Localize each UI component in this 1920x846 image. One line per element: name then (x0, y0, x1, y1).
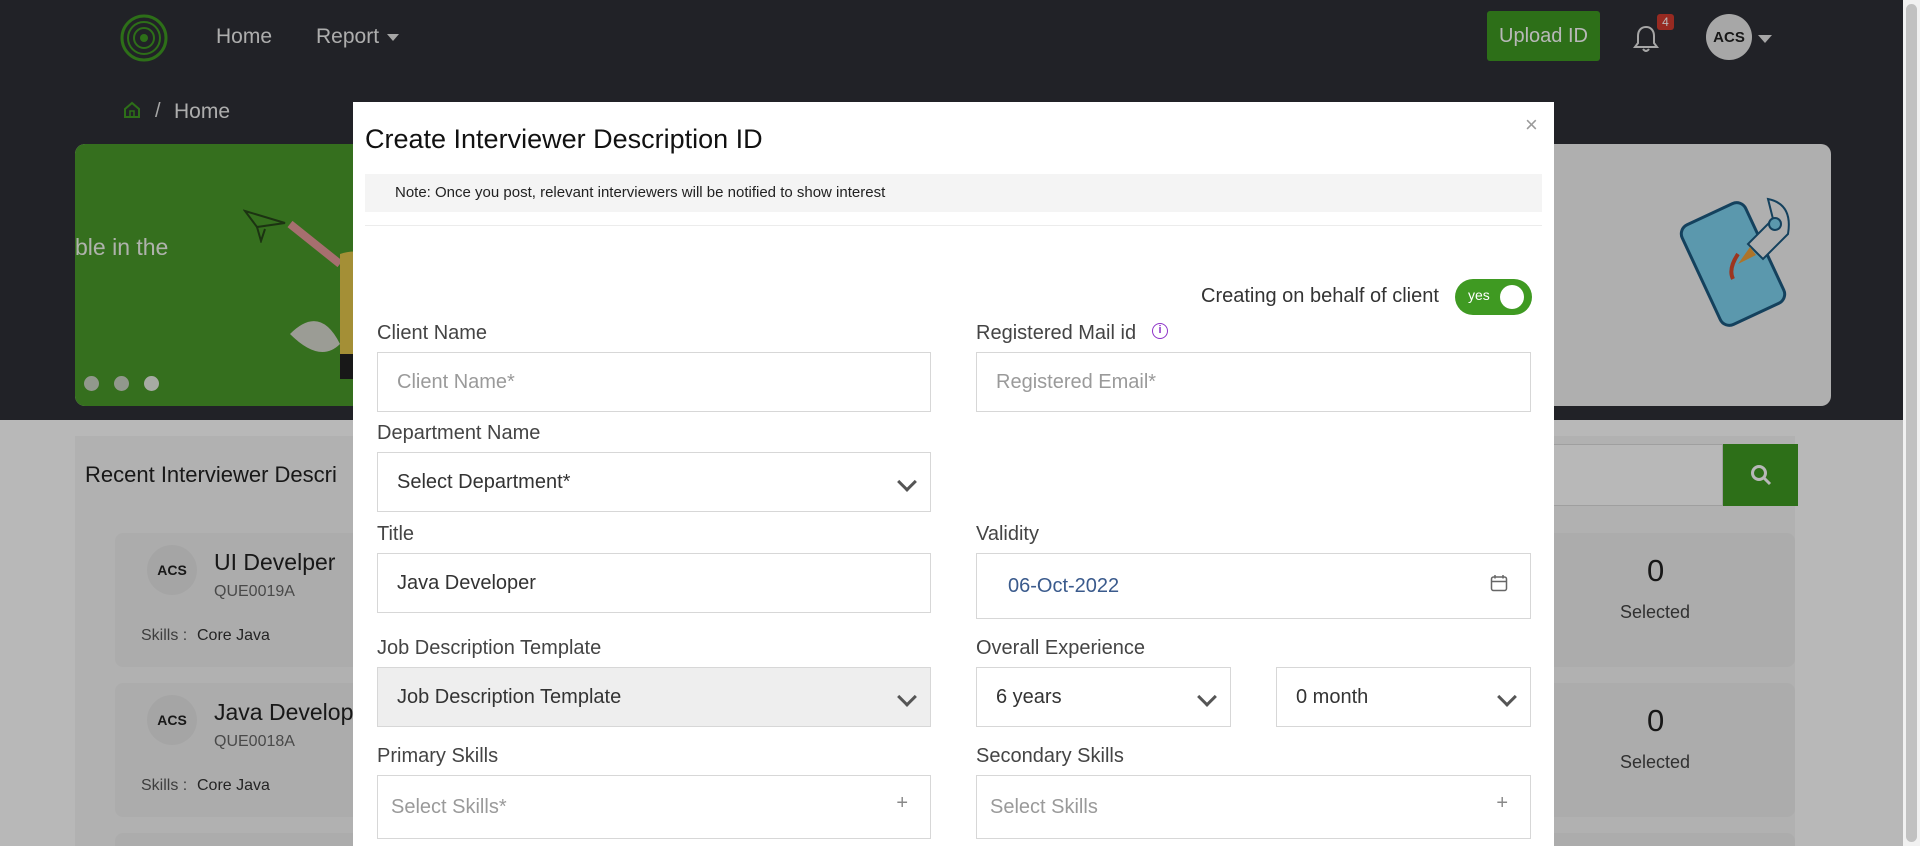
modal-note: Note: Once you post, relevant interviewe… (365, 174, 1542, 212)
behalf-of-client-toggle[interactable]: yes (1455, 279, 1532, 315)
jd-template-label: Job Description Template (377, 637, 602, 659)
title-input[interactable]: Java Developer (377, 553, 931, 613)
client-name-placeholder: Client Name* (397, 370, 515, 393)
jd-template-select[interactable]: Job Description Template (377, 667, 931, 727)
jd-template-select-value: Job Description Template (397, 685, 622, 708)
primary-skills-placeholder: Select Skills* (391, 795, 507, 818)
calendar-icon[interactable] (1490, 574, 1508, 598)
close-icon[interactable]: × (1525, 112, 1538, 138)
chevron-down-icon (1497, 687, 1517, 707)
chevron-down-icon (897, 687, 917, 707)
primary-skills-label: Primary Skills (377, 745, 499, 767)
client-name-label: Client Name (377, 322, 488, 344)
secondary-skills-select[interactable]: Select Skills + (976, 775, 1531, 839)
info-icon[interactable]: i (1152, 323, 1168, 339)
department-select-value: Select Department* (397, 470, 571, 493)
title-label: Title (377, 523, 415, 545)
toggle-knob (1500, 285, 1524, 309)
experience-years-value: 6 years (996, 685, 1062, 708)
validity-label: Validity (976, 523, 1039, 545)
overall-experience-label: Overall Experience (976, 637, 1145, 659)
chevron-down-icon (897, 472, 917, 492)
toggle-label: yes (1468, 287, 1490, 303)
registered-mail-label: Registered Mail id (976, 322, 1137, 344)
title-input-value: Java Developer (397, 571, 536, 594)
experience-years-select[interactable]: 6 years (976, 667, 1231, 727)
department-label: Department Name (377, 422, 541, 444)
primary-skills-select[interactable]: Select Skills* + (377, 775, 931, 839)
secondary-skills-placeholder: Select Skills (990, 795, 1098, 818)
department-select[interactable]: Select Department* (377, 452, 931, 512)
divider (365, 225, 1542, 226)
chevron-down-icon (1197, 687, 1217, 707)
experience-months-value: 0 month (1296, 685, 1369, 708)
registered-email-input[interactable]: Registered Email* (976, 352, 1531, 412)
secondary-skills-label: Secondary Skills (976, 745, 1124, 767)
experience-months-select[interactable]: 0 month (1276, 667, 1531, 727)
create-interviewer-modal: Create Interviewer Description ID × Note… (353, 102, 1554, 846)
registered-email-placeholder: Registered Email* (996, 370, 1157, 393)
behalf-of-client-label: Creating on behalf of client (1201, 285, 1439, 307)
plus-icon[interactable]: + (896, 792, 908, 815)
validity-date-value: 06-Oct-2022 (1008, 574, 1120, 597)
modal-title: Create Interviewer Description ID (365, 124, 763, 154)
validity-date-input[interactable]: 06-Oct-2022 (976, 553, 1531, 619)
page-scrollbar-thumb[interactable] (1906, 4, 1917, 842)
client-name-input[interactable]: Client Name* (377, 352, 931, 412)
plus-icon[interactable]: + (1496, 792, 1508, 815)
